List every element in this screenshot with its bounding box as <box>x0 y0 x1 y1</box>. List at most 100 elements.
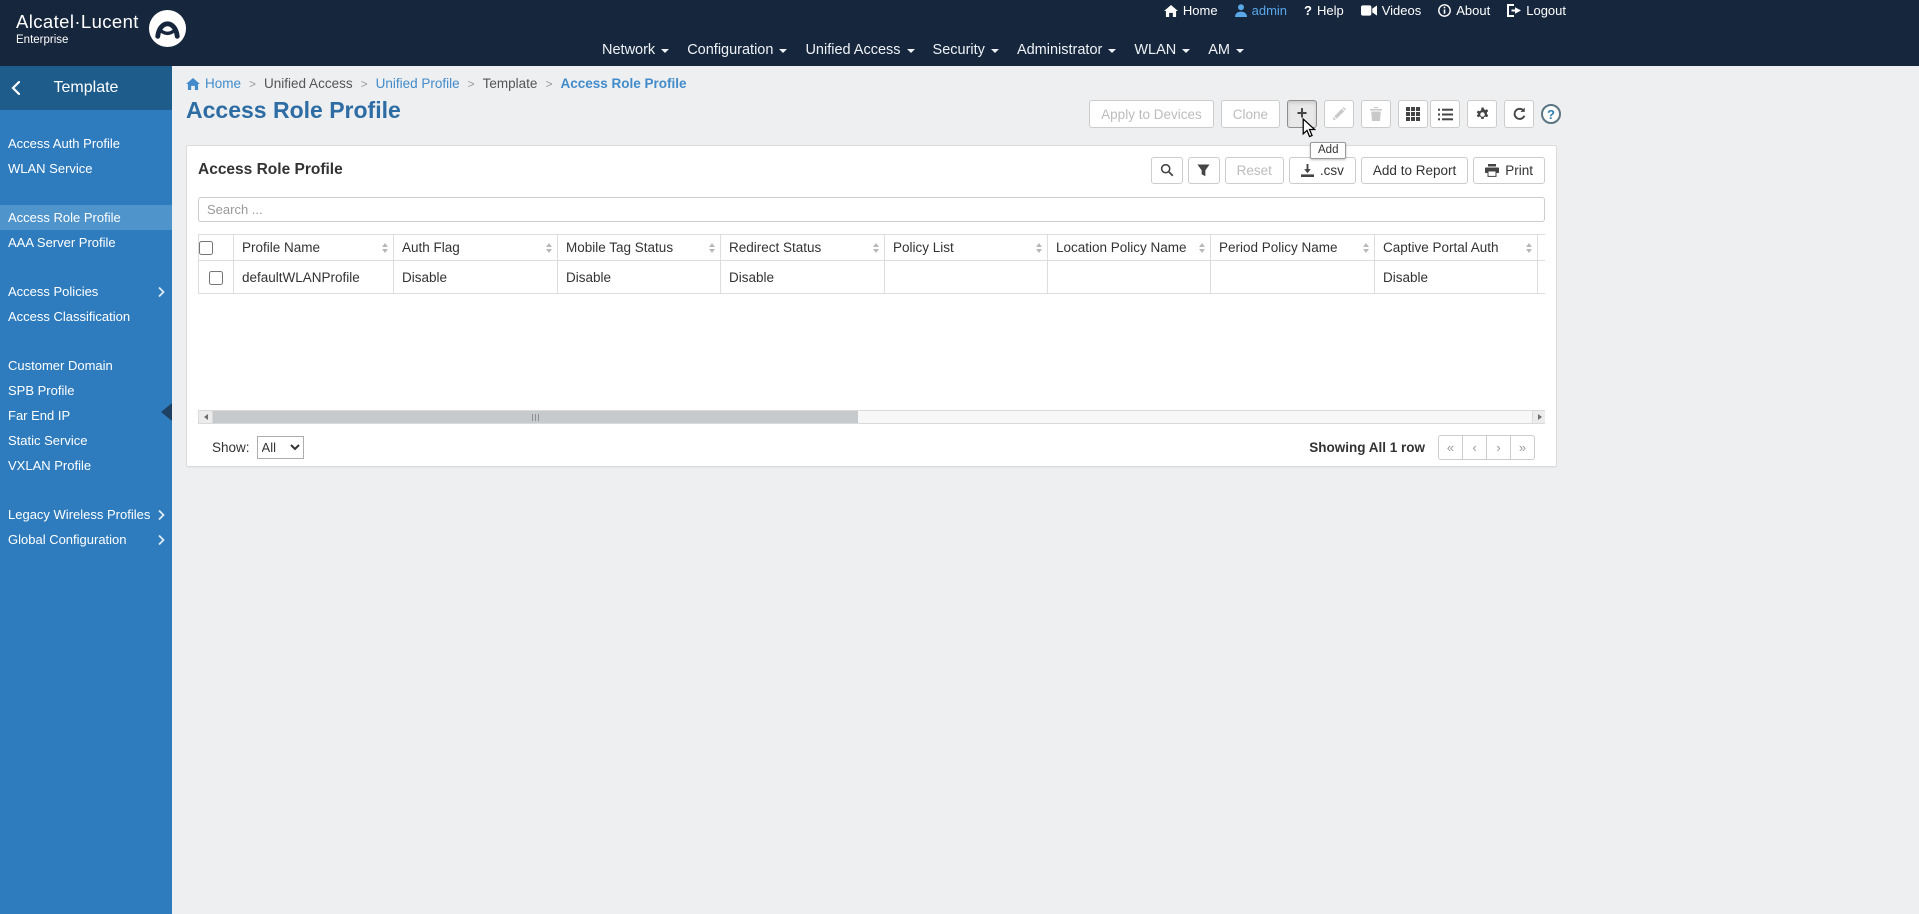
top-bar-inner: Alcatel·Lucent Enterprise Home admin ? H… <box>0 0 1566 66</box>
utility-help-label: Help <box>1316 3 1344 18</box>
breadcrumb-home[interactable]: Home <box>186 76 241 91</box>
column-profile-name[interactable]: Profile Name <box>233 234 394 261</box>
last-page-button[interactable]: » <box>1510 434 1535 460</box>
list-view-button[interactable] <box>1430 100 1460 128</box>
panel-header: Access Role Profile Reset .csv Add to Re… <box>198 156 1545 184</box>
brand-name: Alcatel·Lucent <box>16 11 139 32</box>
chevron-right-icon <box>158 534 165 545</box>
logout-icon <box>1507 4 1522 17</box>
sidebar-item-access-role-profile[interactable]: Access Role Profile <box>0 205 172 230</box>
sidebar-item-global-configuration[interactable]: Global Configuration <box>0 527 172 552</box>
scrollbar-thumb[interactable] <box>213 411 858 423</box>
column-clipped[interactable]: C <box>1537 234 1545 261</box>
filter-button[interactable] <box>1187 156 1220 184</box>
sidebar-item-legacy-wireless-profiles[interactable]: Legacy Wireless Profiles <box>0 502 172 527</box>
menu-administrator[interactable]: Administrator <box>1008 39 1125 61</box>
column-mobile-tag-status[interactable]: Mobile Tag Status <box>557 234 721 261</box>
caret-down-icon <box>661 49 670 53</box>
menu-unified-access[interactable]: Unified Access <box>796 39 923 61</box>
menu-configuration[interactable]: Configuration <box>678 39 796 61</box>
breadcrumb-template: Template <box>482 76 538 91</box>
menu-am[interactable]: AM <box>1199 39 1253 61</box>
select-all-checkbox[interactable] <box>199 241 213 256</box>
column-auth-flag[interactable]: Auth Flag <box>393 234 558 261</box>
grid-view-button[interactable] <box>1398 100 1428 128</box>
panel-actions: Reset .csv Add to Report Print <box>1150 156 1545 184</box>
scroll-left-button[interactable] <box>199 411 213 423</box>
cell-clipped <box>1537 260 1545 294</box>
help-icon[interactable]: ? <box>1541 104 1561 124</box>
table-row[interactable]: defaultWLANProfile Disable Disable Disab… <box>198 260 1545 294</box>
column-captive-portal-auth[interactable]: Captive Portal Auth <box>1374 234 1538 261</box>
menu-wlan[interactable]: WLAN <box>1125 39 1199 61</box>
utility-videos[interactable]: Videos <box>1360 3 1421 18</box>
breadcrumb-unified-profile[interactable]: Unified Profile <box>376 76 460 91</box>
breadcrumb-access-role-profile[interactable]: Access Role Profile <box>560 76 686 91</box>
menu-am-label: AM <box>1208 42 1231 58</box>
delete-button[interactable] <box>1361 100 1391 128</box>
cell-profile-name: defaultWLANProfile <box>233 260 394 294</box>
refresh-button[interactable] <box>1504 100 1534 128</box>
utility-help[interactable]: ? Help <box>1304 3 1344 18</box>
reset-button[interactable]: Reset <box>1224 156 1284 184</box>
sidebar-nav: Access Auth Profile WLAN Service Access … <box>0 110 172 552</box>
menu-security[interactable]: Security <box>924 39 1008 61</box>
user-icon <box>1234 4 1247 17</box>
sidebar-item-customer-domain[interactable]: Customer Domain <box>0 353 172 378</box>
sidebar-item-spb-profile[interactable]: SPB Profile <box>0 378 172 403</box>
panel-title: Access Role Profile <box>198 161 343 178</box>
row-checkbox[interactable] <box>209 270 223 285</box>
utility-logout-label: Logout <box>1526 3 1566 18</box>
add-tooltip: Add <box>1310 142 1347 159</box>
add-to-report-button[interactable]: Add to Report <box>1360 156 1469 184</box>
clone-button[interactable]: Clone <box>1220 100 1280 128</box>
show-select[interactable]: All <box>256 435 304 459</box>
sidebar-item-access-policies[interactable]: Access Policies <box>0 279 172 304</box>
row-count-status: Showing All 1 row <box>1309 439 1425 455</box>
search-button[interactable] <box>1150 156 1183 184</box>
caret-down-icon <box>1236 49 1245 53</box>
horizontal-scrollbar[interactable] <box>198 410 1545 424</box>
print-button[interactable]: Print <box>1473 156 1545 184</box>
utility-admin[interactable]: admin <box>1234 3 1287 18</box>
panel-footer: Show: All Showing All 1 row « ‹ › » <box>198 433 1545 461</box>
pencil-icon <box>1332 107 1346 121</box>
apply-to-devices-button[interactable]: Apply to Devices <box>1089 100 1214 128</box>
column-policy-list[interactable]: Policy List <box>884 234 1048 261</box>
scrollbar-track[interactable] <box>213 411 1532 423</box>
sidebar-collapse-icon[interactable] <box>161 403 172 421</box>
edit-button[interactable] <box>1324 100 1354 128</box>
column-location-policy-name[interactable]: Location Policy Name <box>1047 234 1211 261</box>
top-bar: Alcatel·Lucent Enterprise Home admin ? H… <box>0 0 1919 66</box>
list-icon <box>1437 108 1453 121</box>
page-toolbar: Apply to Devices Clone + ? <box>1089 100 1561 128</box>
column-period-policy-name[interactable]: Period Policy Name <box>1210 234 1375 261</box>
previous-page-button[interactable]: ‹ <box>1462 434 1487 460</box>
cell-auth-flag: Disable <box>393 260 558 294</box>
utility-logout[interactable]: Logout <box>1507 3 1566 18</box>
sidebar-item-aaa-server-profile[interactable]: AAA Server Profile <box>0 230 172 255</box>
column-redirect-status[interactable]: Redirect Status <box>720 234 885 261</box>
sidebar-item-far-end-ip[interactable]: Far End IP <box>0 403 172 428</box>
back-chevron-icon[interactable] <box>11 81 20 95</box>
scroll-right-button[interactable] <box>1532 411 1545 423</box>
search-icon <box>1160 163 1174 177</box>
sidebar-item-vxlan-profile[interactable]: VXLAN Profile <box>0 453 172 478</box>
csv-export-button[interactable]: .csv <box>1288 156 1356 184</box>
breadcrumb-separator: > <box>467 76 475 91</box>
sort-icon <box>1363 242 1369 253</box>
first-page-button[interactable]: « <box>1438 434 1463 460</box>
sidebar-item-access-auth-profile[interactable]: Access Auth Profile <box>0 131 172 156</box>
menu-network[interactable]: Network <box>593 39 678 61</box>
sidebar-item-wlan-service[interactable]: WLAN Service <box>0 156 172 181</box>
menu-configuration-label: Configuration <box>687 42 774 58</box>
sidebar-item-static-service[interactable]: Static Service <box>0 428 172 453</box>
next-page-button[interactable]: › <box>1486 434 1511 460</box>
search-input[interactable] <box>198 197 1545 222</box>
sidebar-item-access-classification[interactable]: Access Classification <box>0 304 172 329</box>
utility-about[interactable]: About <box>1438 3 1490 18</box>
utility-home[interactable]: Home <box>1163 3 1218 18</box>
settings-button[interactable] <box>1467 100 1497 128</box>
sidebar-title: Template <box>53 79 119 96</box>
